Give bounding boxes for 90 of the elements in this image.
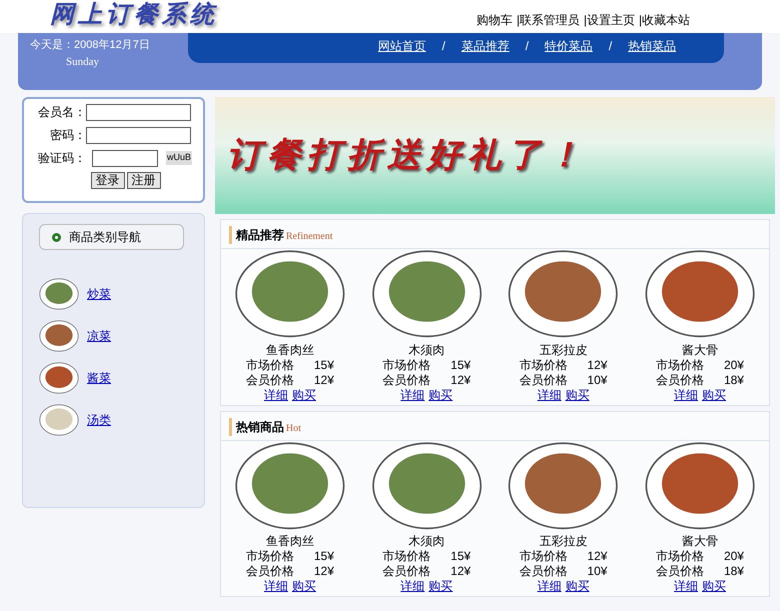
price-value: 15¥ [314, 549, 334, 564]
price-label: 市场价格 [656, 358, 704, 373]
price-value: 20¥ [724, 358, 744, 373]
username-field[interactable] [86, 104, 191, 120]
section-subtitle: Hot [286, 422, 301, 436]
top-link[interactable]: 购物车 [476, 11, 513, 29]
price-value: 12¥ [314, 372, 334, 388]
top-link[interactable]: |设置主页 [584, 11, 635, 29]
price-value: 20¥ [724, 549, 744, 564]
register-button[interactable]: 注册 [126, 172, 160, 189]
captcha-code: wUuB [166, 151, 192, 165]
price-label: 市场价格 [246, 549, 294, 564]
price-label: 市场价格 [382, 549, 431, 564]
category-link[interactable]: 炒菜 [87, 285, 111, 303]
buy-link[interactable]: 购买 [702, 388, 726, 403]
price-label: 市场价格 [382, 358, 431, 373]
buy-link[interactable]: 购买 [702, 579, 726, 594]
category-title: 商品类别导航 [69, 229, 141, 246]
details-link[interactable]: 详细 [537, 388, 562, 403]
buy-link[interactable]: 购买 [565, 579, 590, 594]
price-label: 会员价格 [246, 564, 294, 580]
price-label: 会员价格 [519, 372, 568, 388]
product-name: 酱大骨 [682, 534, 718, 550]
price-value: 18¥ [724, 564, 744, 580]
details-link[interactable]: 详细 [400, 388, 425, 403]
price-label: 会员价格 [656, 372, 704, 388]
password-field[interactable] [86, 126, 191, 144]
price-value: 10¥ [587, 564, 608, 580]
weekday-text: Sunday [65, 54, 100, 70]
captcha-field[interactable] [92, 150, 158, 166]
top-link[interactable]: |联系管理员 [516, 11, 580, 29]
price-value: 18¥ [724, 372, 744, 388]
category-link[interactable]: 汤类 [87, 411, 111, 429]
details-link[interactable]: 详细 [400, 579, 425, 594]
site-logo: 网上订餐系统 [50, 0, 218, 30]
category-link[interactable]: 酱菜 [87, 369, 111, 387]
section-title: 热销商品 [236, 418, 284, 436]
price-value: 10¥ [587, 372, 608, 388]
details-link[interactable]: 详细 [264, 388, 288, 403]
price-value: 15¥ [314, 358, 334, 373]
product-name: 木须肉 [408, 342, 445, 358]
price-label: 市场价格 [519, 549, 568, 564]
field-label: 验证码： [37, 150, 86, 167]
details-link[interactable]: 详细 [537, 579, 562, 594]
price-label: 市场价格 [656, 549, 704, 564]
details-link[interactable]: 详细 [674, 388, 698, 403]
price-label: 会员价格 [519, 564, 568, 580]
product-name: 木须肉 [408, 534, 445, 550]
price-value: 15¥ [450, 549, 471, 564]
field-label: 密码： [49, 127, 86, 144]
section-title: 精品推荐 [236, 227, 284, 244]
nav-separator: / [442, 38, 446, 55]
price-label: 会员价格 [656, 564, 704, 580]
price-label: 市场价格 [519, 358, 568, 373]
product-name: 酱大骨 [682, 342, 718, 358]
buy-link[interactable]: 购买 [565, 388, 590, 403]
buy-link[interactable]: 购买 [292, 579, 316, 594]
price-value: 12¥ [450, 564, 471, 580]
category-link[interactable]: 凉菜 [87, 327, 111, 345]
buy-link[interactable]: 购买 [428, 579, 453, 594]
price-label: 会员价格 [382, 372, 431, 388]
buy-link[interactable]: 购买 [292, 388, 316, 403]
price-value: 15¥ [450, 358, 471, 373]
price-value: 12¥ [314, 564, 334, 580]
product-name: 五彩拉皮 [539, 342, 588, 358]
product-name: 五彩拉皮 [539, 534, 588, 550]
price-label: 市场价格 [246, 358, 294, 373]
details-link[interactable]: 详细 [264, 579, 288, 594]
price-label: 会员价格 [382, 564, 431, 580]
buy-link[interactable]: 购买 [428, 388, 453, 403]
top-link[interactable]: |收藏本站 [638, 11, 690, 29]
price-label: 会员价格 [246, 372, 294, 388]
nav-link[interactable]: 网站首页 [378, 37, 426, 55]
nav-separator: / [525, 38, 529, 55]
product-name: 鱼香肉丝 [266, 534, 314, 550]
nav-separator: / [608, 38, 612, 55]
date-text: 今天是：2008年12月7日 [30, 38, 151, 53]
details-link[interactable]: 详细 [674, 579, 698, 594]
field-label: 会员名： [37, 104, 86, 121]
nav-link[interactable]: 特价菜品 [544, 37, 593, 55]
product-name: 鱼香肉丝 [266, 342, 314, 358]
price-value: 12¥ [587, 358, 608, 373]
nav-link[interactable]: 菜品推荐 [461, 37, 510, 55]
nav-link[interactable]: 热销菜品 [628, 37, 676, 55]
section-subtitle: Refinement [286, 230, 333, 244]
bullet-icon [52, 232, 61, 242]
price-value: 12¥ [587, 549, 608, 564]
banner-text: 订餐打折送好礼了！ [227, 136, 587, 176]
login-button[interactable]: 登录 [90, 172, 124, 189]
price-value: 12¥ [450, 372, 471, 388]
